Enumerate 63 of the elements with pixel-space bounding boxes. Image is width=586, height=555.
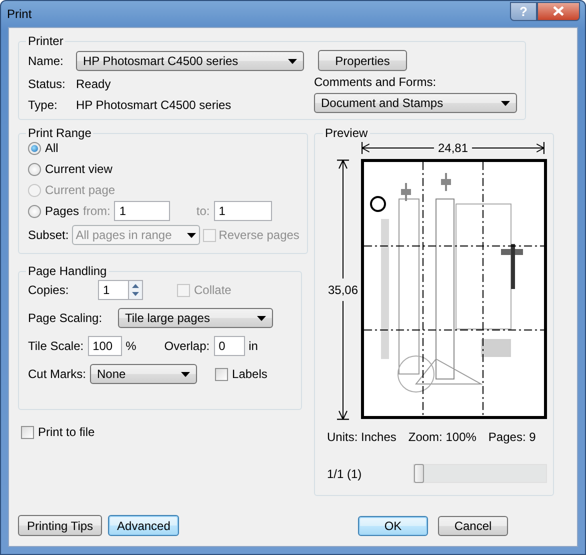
option-label: Current page [45, 183, 116, 197]
option-label: Collate [194, 283, 232, 297]
unit-label: in [248, 339, 258, 353]
zoom-info: Zoom: 100% [408, 430, 476, 444]
group-title: Preview [324, 126, 369, 140]
field-label: Overlap: [164, 339, 210, 353]
field-label: Comments and Forms: [314, 75, 436, 89]
properties-button[interactable]: Properties [318, 50, 407, 71]
field-label: Name: [28, 54, 64, 68]
printer-dropdown[interactable]: HP Photosmart C4500 series [76, 51, 304, 72]
caret-icon [186, 232, 196, 238]
height-value: 35,06 [328, 282, 358, 298]
caret-icon [181, 372, 190, 376]
option-label: Reverse pages [218, 228, 300, 242]
pages-info: Pages: 9 [488, 430, 536, 444]
dialog-button[interactable]: Cancel [438, 516, 508, 536]
group-title: Printer [27, 34, 64, 48]
field-label: Tile Scale: [28, 339, 84, 353]
field-label: Status: [28, 77, 66, 92]
field-label: to: [196, 204, 210, 218]
option-label: Labels [232, 367, 268, 381]
radio-button[interactable] [28, 204, 41, 218]
dialog-button[interactable]: Advanced [108, 515, 180, 536]
checkbox[interactable] [215, 368, 228, 380]
radio-button[interactable] [28, 142, 41, 154]
group-title: Print Range [27, 126, 92, 140]
caret-icon [288, 58, 297, 64]
window-title: Print [7, 7, 33, 21]
field-label: from: [83, 204, 110, 218]
input-field[interactable]: 0 [214, 336, 245, 356]
caret-icon [257, 316, 266, 320]
radio-button[interactable] [28, 162, 41, 176]
field-label: Subset: [28, 228, 69, 242]
dialog-button[interactable]: Printing Tips [18, 515, 102, 536]
checkbox[interactable] [21, 426, 34, 438]
field-label: Copies: [28, 283, 70, 297]
input-field[interactable]: 100 [88, 336, 122, 356]
close-button[interactable] [537, 2, 580, 20]
caret-icon [501, 100, 510, 106]
type-value: HP Photosmart C4500 series [76, 98, 232, 112]
cut-marks-dropdown[interactable]: None [90, 364, 198, 384]
comments-dropdown[interactable]: Document and Stamps [314, 93, 517, 113]
group-title: Page Handling [27, 264, 108, 278]
field-label: Page Scaling: [28, 311, 104, 325]
input-field[interactable]: 1 [214, 201, 272, 221]
scaling-dropdown[interactable]: Tile large pages [118, 308, 273, 328]
field-label: Type: [28, 98, 58, 112]
page-scrollbar[interactable] [413, 464, 547, 483]
unit-label: % [126, 339, 136, 353]
page-indicator: 1/1 (1) [327, 466, 362, 480]
option-label: Pages [45, 204, 80, 218]
units-info: Units: Inches [327, 430, 396, 444]
field-label: Cut Marks: [28, 367, 86, 381]
spinner-icon[interactable] [128, 280, 143, 300]
option-label: All [45, 141, 58, 155]
width-value: 24,81 [436, 141, 470, 155]
input-field[interactable]: 1 [98, 280, 128, 300]
dialog-button[interactable]: OK [358, 516, 428, 536]
option-label: Current view [45, 162, 112, 176]
close-icon [553, 6, 564, 16]
status-value: Ready [76, 77, 112, 92]
option-label: Print to file [38, 425, 95, 439]
input-field[interactable]: 1 [114, 201, 170, 221]
